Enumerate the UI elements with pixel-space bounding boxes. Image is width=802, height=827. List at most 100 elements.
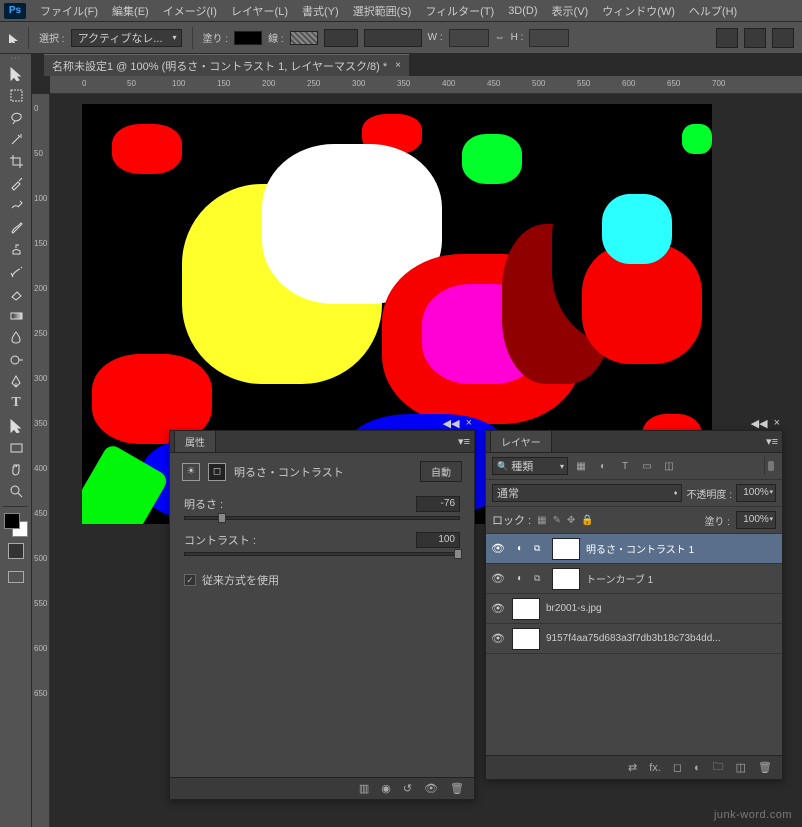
quick-mask-toggle[interactable]: [2, 543, 30, 567]
menu-window[interactable]: ウィンドウ(W): [596, 1, 681, 21]
brightness-value[interactable]: -76: [416, 496, 460, 512]
layer-row[interactable]: 👁 br2001-s.jpg: [486, 594, 782, 624]
visibility-toggle-icon[interactable]: 👁: [490, 602, 506, 615]
link-layers-icon[interactable]: ⇄: [628, 761, 637, 774]
layer-filter-type[interactable]: 種類: [492, 457, 568, 475]
hand-tool[interactable]: [2, 458, 30, 480]
move-tool[interactable]: [2, 62, 30, 84]
type-tool[interactable]: T: [2, 392, 30, 414]
contrast-slider[interactable]: [184, 552, 460, 556]
layer-thumbnail[interactable]: [512, 598, 540, 620]
properties-tab[interactable]: 属性: [174, 430, 216, 452]
delete-adjustment-icon[interactable]: 🗑: [450, 782, 464, 795]
visibility-toggle-icon[interactable]: 👁: [490, 632, 506, 645]
select-dropdown[interactable]: アクティブなレ...: [71, 29, 182, 47]
panel-menu-icon[interactable]: ▾≡: [766, 435, 778, 448]
brightness-slider[interactable]: [184, 516, 460, 520]
filter-type-icon[interactable]: T: [616, 457, 634, 475]
mask-thumbnail[interactable]: [552, 568, 580, 590]
lock-all-icon[interactable]: 🔒: [581, 515, 593, 526]
visibility-toggle-icon[interactable]: 👁: [490, 542, 506, 555]
dodge-tool[interactable]: [2, 348, 30, 370]
lasso-tool[interactable]: [2, 106, 30, 128]
menu-help[interactable]: ヘルプ(H): [683, 1, 743, 21]
layer-name[interactable]: トーンカーブ 1: [586, 571, 778, 586]
filter-smart-icon[interactable]: ◫: [660, 457, 678, 475]
filter-pixel-icon[interactable]: ▦: [572, 457, 590, 475]
lock-position-icon[interactable]: ✥: [567, 515, 575, 526]
clip-to-layer-icon[interactable]: ▥: [359, 782, 369, 795]
foreground-background-colors[interactable]: [2, 511, 30, 539]
link-wh-icon[interactable]: ⇔: [495, 32, 505, 43]
filter-adjustment-icon[interactable]: ◐: [594, 457, 612, 475]
menu-file[interactable]: ファイル(F): [34, 1, 104, 21]
layer-row[interactable]: 👁◐⧉明るさ・コントラスト 1: [486, 534, 782, 564]
panel-collapse-controls[interactable]: ◀◀×: [443, 417, 472, 430]
lock-transparent-icon[interactable]: ▦: [537, 515, 546, 526]
layers-tab[interactable]: レイヤー: [490, 430, 552, 452]
new-group-icon[interactable]: 🗀: [713, 758, 724, 777]
filter-shape-icon[interactable]: ▭: [638, 457, 656, 475]
auto-button[interactable]: 自動: [420, 461, 462, 482]
rectangle-tool[interactable]: [2, 436, 30, 458]
crop-tool[interactable]: [2, 150, 30, 172]
stroke-width[interactable]: [324, 29, 358, 47]
pen-tool[interactable]: [2, 370, 30, 392]
reset-icon[interactable]: ↺: [403, 782, 412, 795]
fill-swatch[interactable]: [234, 31, 262, 45]
menu-view[interactable]: 表示(V): [546, 1, 595, 21]
magic-wand-tool[interactable]: [2, 128, 30, 150]
brush-tool[interactable]: [2, 216, 30, 238]
layer-style-icon[interactable]: fx.: [649, 762, 661, 774]
healing-brush-tool[interactable]: [2, 194, 30, 216]
width-input[interactable]: [449, 29, 489, 47]
menu-layer[interactable]: レイヤー(L): [225, 1, 294, 21]
layer-name[interactable]: 明るさ・コントラスト 1: [586, 541, 778, 556]
height-input[interactable]: [529, 29, 569, 47]
delete-layer-icon[interactable]: 🗑: [758, 761, 772, 774]
legacy-checkbox[interactable]: ✓: [184, 574, 196, 586]
visibility-toggle-icon[interactable]: 👁: [490, 572, 506, 585]
new-adjustment-icon[interactable]: ◐: [694, 762, 701, 774]
eyedropper-tool[interactable]: [2, 172, 30, 194]
lock-pixels-icon[interactable]: ✎: [553, 515, 561, 526]
history-brush-tool[interactable]: [2, 260, 30, 282]
menu-select[interactable]: 選択範囲(S): [347, 1, 418, 21]
document-tab[interactable]: 名称未設定1 @ 100% (明るさ・コントラスト 1, レイヤーマスク/8) …: [44, 54, 409, 76]
stroke-swatch[interactable]: [290, 31, 318, 45]
panel-menu-icon[interactable]: ▾≡: [458, 435, 470, 448]
menu-filter[interactable]: フィルター(T): [419, 1, 500, 21]
layer-row[interactable]: 👁◐⧉トーンカーブ 1: [486, 564, 782, 594]
layer-mask-icon[interactable]: ◻: [673, 761, 682, 774]
clone-stamp-tool[interactable]: [2, 238, 30, 260]
view-previous-icon[interactable]: ◉: [381, 782, 391, 795]
stroke-style[interactable]: [364, 29, 422, 47]
blend-mode-dropdown[interactable]: 通常: [492, 484, 682, 502]
mask-link-icon[interactable]: ⧉: [534, 573, 546, 584]
path-ops-button[interactable]: [744, 28, 766, 48]
menu-3d[interactable]: 3D(D): [502, 3, 543, 19]
blur-tool[interactable]: [2, 326, 30, 348]
layer-name[interactable]: br2001-s.jpg: [546, 603, 778, 614]
filter-toggle[interactable]: [764, 457, 776, 475]
menu-image[interactable]: イメージ(I): [157, 1, 223, 21]
marquee-tool[interactable]: [2, 84, 30, 106]
panel-grip[interactable]: [0, 54, 31, 62]
zoom-tool[interactable]: [2, 480, 30, 502]
arrange-button[interactable]: [772, 28, 794, 48]
close-icon[interactable]: ×: [395, 60, 401, 71]
ruler-horizontal[interactable]: 0501001502002503003504004505005506006507…: [50, 76, 802, 94]
menu-type[interactable]: 書式(Y): [296, 1, 345, 21]
menu-edit[interactable]: 編集(E): [106, 1, 155, 21]
ruler-vertical[interactable]: 050100150200250300350400450500550600650: [32, 94, 50, 827]
eraser-tool[interactable]: [2, 282, 30, 304]
align-edges-button[interactable]: [716, 28, 738, 48]
layer-thumbnail[interactable]: [512, 628, 540, 650]
mask-thumbnail[interactable]: [552, 538, 580, 560]
toggle-visibility-icon[interactable]: 👁: [424, 782, 438, 795]
opacity-value[interactable]: 100%: [736, 484, 776, 502]
path-selection-tool[interactable]: [2, 414, 30, 436]
mask-link-icon[interactable]: ⧉: [534, 543, 546, 554]
screen-mode-toggle[interactable]: [2, 571, 30, 583]
new-layer-icon[interactable]: ◫: [736, 761, 746, 774]
